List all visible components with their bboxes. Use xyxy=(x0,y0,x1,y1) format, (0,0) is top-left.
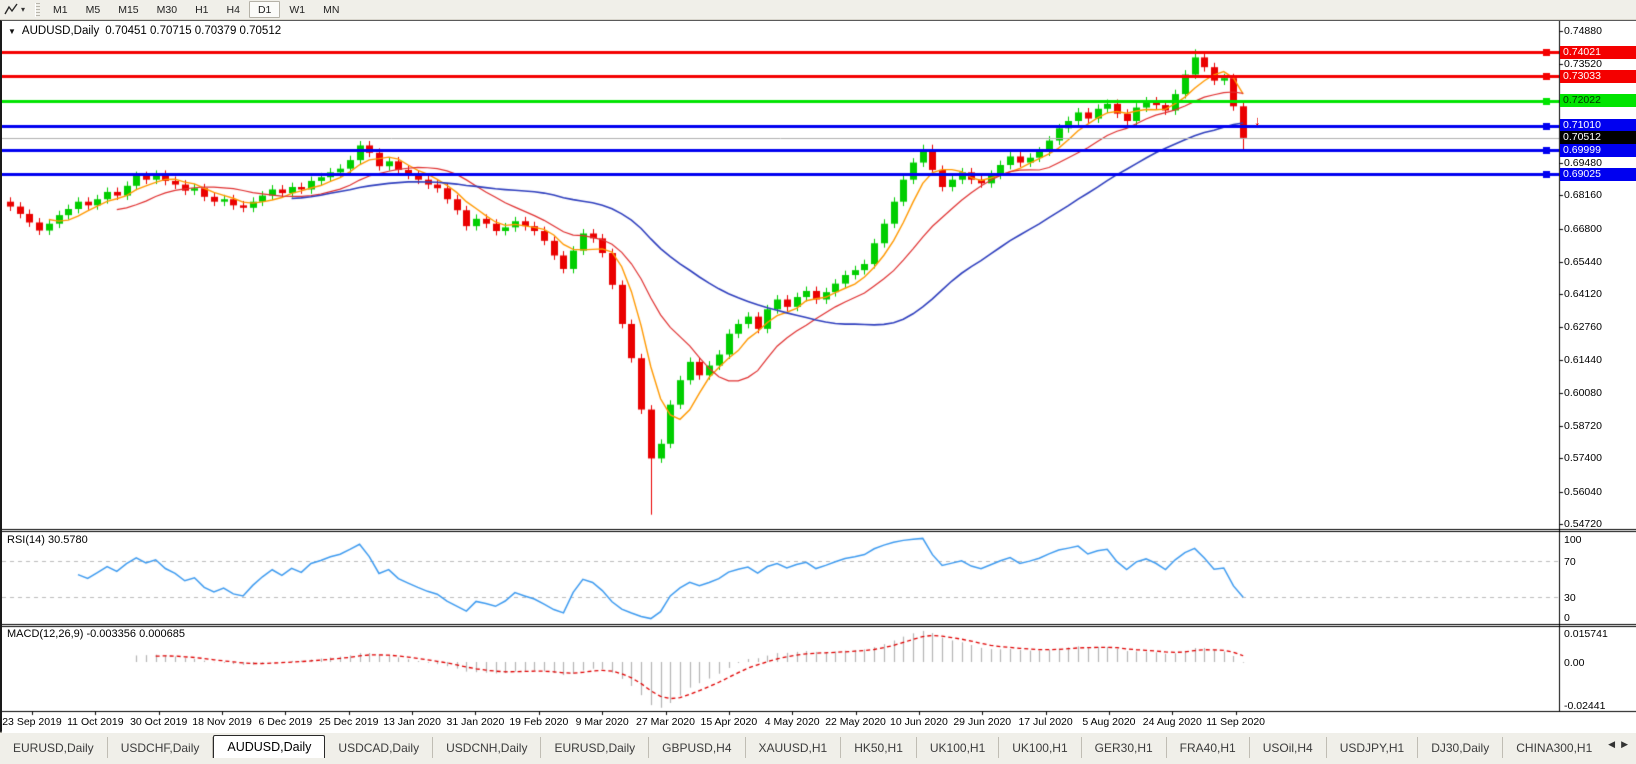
price-axis-tick: 0.57400 xyxy=(1564,452,1602,465)
symbol-period-label: AUDUSD,Daily xyxy=(21,25,100,37)
price-axis-tick: 0.62760 xyxy=(1564,321,1602,334)
price-line-label[interactable]: 0.69025 xyxy=(1560,167,1636,181)
date-axis-label: 4 May 2020 xyxy=(764,716,820,728)
date-axis-label: 9 Mar 2020 xyxy=(575,716,629,728)
timeframe-button-m1[interactable]: M1 xyxy=(44,1,77,18)
symbol-tab-fra40-h1[interactable]: FRA40,H1 xyxy=(1167,737,1250,758)
timeframe-button-m30[interactable]: M30 xyxy=(148,1,186,18)
line-studies-icon xyxy=(4,3,18,15)
price-line-label[interactable]: 0.71010 xyxy=(1560,119,1636,133)
timeframe-button-h4[interactable]: H4 xyxy=(218,1,249,18)
price-line-label[interactable]: 0.74021 xyxy=(1560,45,1636,59)
price-line-label[interactable]: 0.72022 xyxy=(1560,94,1636,108)
symbol-tab-hk50-h1[interactable]: HK50,H1 xyxy=(841,737,917,758)
timeframe-button-group: M1 M5 M15 M30 H1 H4 D1 W1 MN xyxy=(44,1,348,19)
line-studies-button[interactable]: ▾ xyxy=(2,3,31,16)
symbol-tab-gbpusd-h4[interactable]: GBPUSD,H4 xyxy=(649,737,746,758)
chart-canvas[interactable] xyxy=(2,21,1636,733)
timeframe-button-m15[interactable]: M15 xyxy=(109,1,147,18)
tab-scroll-left-icon[interactable]: ◀ xyxy=(1608,739,1615,750)
sell-arrow-icon: ↓ xyxy=(1254,113,1261,128)
symbol-tab-usdchf-daily[interactable]: USDCHF,Daily xyxy=(108,737,214,758)
rsi-axis-tick: 0 xyxy=(1564,612,1570,624)
symbol-tab-usdcnh-daily[interactable]: USDCNH,Daily xyxy=(433,737,542,758)
rsi-axis-tick: 100 xyxy=(1564,534,1582,546)
symbol-tab-audusd-daily[interactable]: AUDUSD,Daily xyxy=(213,735,326,758)
timeframe-button-m5[interactable]: M5 xyxy=(77,1,110,18)
symbol-tab-usdjpy-h1[interactable]: USDJPY,H1 xyxy=(1327,737,1419,758)
rsi-axis-tick: 30 xyxy=(1564,592,1576,605)
collapse-icon[interactable]: ▼ xyxy=(8,27,16,36)
timeframe-button-mn[interactable]: MN xyxy=(314,1,348,18)
symbol-tab-china300-h1[interactable]: CHINA300,H1 xyxy=(1503,737,1604,758)
symbol-tabs: EURUSD,Daily USDCHF,Daily AUDUSD,Daily USDC… xyxy=(0,735,1604,758)
date-axis-label: 18 Nov 2019 xyxy=(192,716,252,728)
price-axis-tick: 0.65440 xyxy=(1564,255,1602,268)
symbol-tab-ger30-h1[interactable]: GER30,H1 xyxy=(1082,737,1167,758)
date-axis-label: 10 Jun 2020 xyxy=(889,716,948,728)
price-axis-tick: 0.73520 xyxy=(1564,58,1602,71)
price-axis-tick: 0.64120 xyxy=(1564,288,1602,301)
date-axis-label: 31 Jan 2020 xyxy=(446,716,505,728)
date-axis-label: 24 Aug 2020 xyxy=(1142,716,1202,728)
macd-axis-tick: 0.015741 xyxy=(1564,628,1608,640)
date-axis-label: 30 Oct 2019 xyxy=(130,716,188,728)
rsi-axis-tick: 70 xyxy=(1564,555,1576,568)
rsi-indicator-label: RSI(14) 30.5780 xyxy=(7,534,88,546)
price-axis-tick: 0.54720 xyxy=(1564,517,1602,530)
price-axis-tick: 0.58720 xyxy=(1564,420,1602,433)
symbol-tab-uk100-h1[interactable]: UK100,H1 xyxy=(917,737,1000,758)
date-axis-label: 15 Apr 2020 xyxy=(700,716,758,728)
date-axis-label: 23 Sep 2019 xyxy=(2,716,62,728)
tab-scroll-controls: ◀ ▶ xyxy=(1604,735,1636,750)
chart-area: ▼ AUDUSD,Daily 0.70451 0.70715 0.70379 0… xyxy=(0,20,1636,733)
symbol-tab-usoil-h4[interactable]: USOil,H4 xyxy=(1250,737,1327,758)
ohlc-values: 0.70451 0.70715 0.70379 0.70512 xyxy=(105,25,282,37)
price-line-label[interactable]: 0.69999 xyxy=(1560,143,1636,157)
date-axis-label: 13 Jan 2020 xyxy=(383,716,441,728)
symbol-tab-xauusd-h1[interactable]: XAUUSD,H1 xyxy=(746,737,842,758)
date-axis-label: 27 Mar 2020 xyxy=(636,716,695,728)
date-axis-label: 17 Jul 2020 xyxy=(1018,716,1073,728)
symbol-tab-usdcad-daily[interactable]: USDCAD,Daily xyxy=(325,737,434,758)
symbol-tab-bar: EURUSD,Daily USDCHF,Daily AUDUSD,Daily USDC… xyxy=(0,732,1636,764)
timeframe-button-w1[interactable]: W1 xyxy=(280,1,314,18)
chevron-down-icon: ▾ xyxy=(21,5,26,14)
timeframe-button-h1[interactable]: H1 xyxy=(186,1,217,18)
date-axis-label: 11 Sep 2020 xyxy=(1206,716,1266,728)
symbol-tab-uk100-h1[interactable]: UK100,H1 xyxy=(999,737,1082,758)
price-axis-tick: 0.60080 xyxy=(1564,386,1602,399)
date-axis-label: 5 Aug 2020 xyxy=(1082,716,1136,728)
date-axis-label: 22 May 2020 xyxy=(825,716,886,728)
current-price-label: 0.70512 xyxy=(1560,131,1636,145)
date-axis-label: 19 Feb 2020 xyxy=(509,716,569,728)
date-axis-label: 11 Oct 2019 xyxy=(67,716,124,728)
tab-scroll-right-icon[interactable]: ▶ xyxy=(1621,739,1628,750)
chart-title: ▼ AUDUSD,Daily 0.70451 0.70715 0.70379 0… xyxy=(8,25,281,37)
toolbar-grip-handle[interactable] xyxy=(35,2,41,17)
symbol-tab-eurusd-daily[interactable]: EURUSD,Daily xyxy=(0,737,108,758)
date-axis-label: 25 Dec 2019 xyxy=(318,716,379,728)
price-axis-tick: 0.68160 xyxy=(1564,189,1602,202)
symbol-tab-eurusd-daily[interactable]: EURUSD,Daily xyxy=(541,737,650,758)
macd-axis-tick: 0.00 xyxy=(1564,657,1585,669)
date-axis-label: 6 Dec 2019 xyxy=(258,716,313,728)
symbol-tab-dj30-daily[interactable]: DJ30,Daily xyxy=(1418,737,1504,758)
timeframe-button-d1[interactable]: D1 xyxy=(248,1,281,18)
price-axis-tick: 0.74880 xyxy=(1564,25,1602,37)
top-toolbar: ▾ M1 M5 M15 M30 H1 H4 D1 W1 MN xyxy=(0,0,1636,20)
price-axis-tick: 0.56040 xyxy=(1564,485,1602,498)
macd-axis-tick: -0.02441 xyxy=(1564,700,1606,712)
date-axis-label: 29 Jun 2020 xyxy=(953,716,1012,728)
price-line-label[interactable]: 0.73033 xyxy=(1560,69,1636,83)
price-axis-tick: 0.66800 xyxy=(1564,222,1602,235)
price-axis-tick: 0.61440 xyxy=(1564,353,1602,366)
macd-indicator-label: MACD(12,26,9) -0.003356 0.000685 xyxy=(7,628,185,640)
